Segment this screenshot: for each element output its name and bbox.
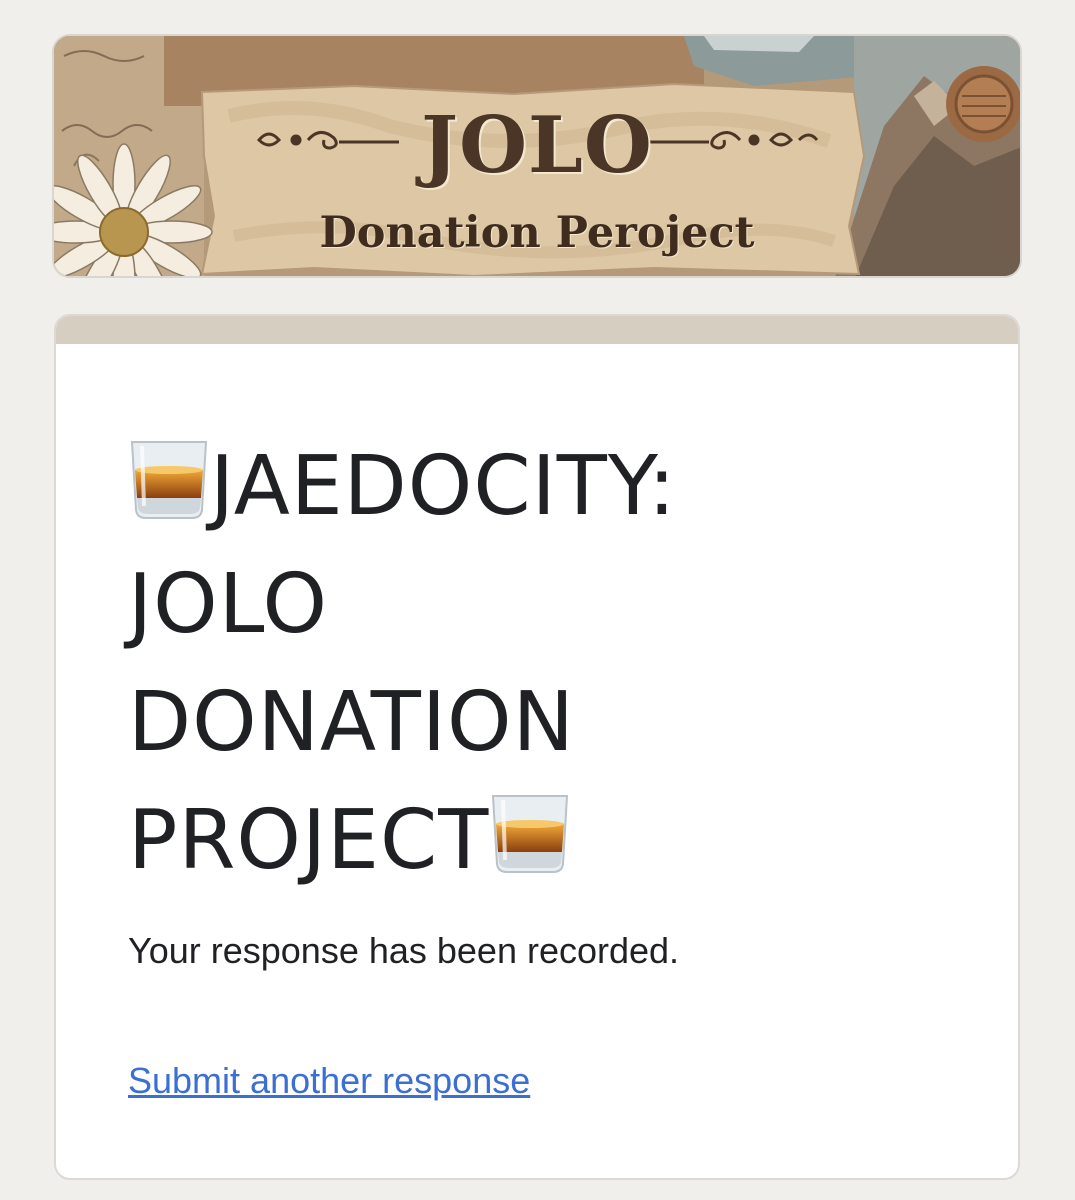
- card-accent-bar: [56, 316, 1018, 344]
- form-page: JOLO Donation Perojec​t JAE: [0, 0, 1075, 1200]
- form-title-line: JAEDOCITY:: [128, 428, 948, 546]
- tumbler-glass-icon: [130, 441, 208, 519]
- form-title-text-3: DONATION: [128, 675, 575, 770]
- confirmation-card: JAEDOCITY: JOLO DONATION PROJECT Your re…: [54, 314, 1020, 1180]
- confirmation-message: Your response has been recorded.: [128, 930, 680, 971]
- form-title-text-1: JAEDOCITY:: [210, 439, 677, 534]
- banner-subtitle: Donation Perojec​t: [319, 208, 755, 258]
- tumbler-glass-icon: [492, 795, 569, 873]
- form-title-text-4: PROJECT: [128, 793, 490, 888]
- form-title: JAEDOCITY: JOLO DONATION PROJECT: [128, 428, 948, 900]
- banner-title: JOLO: [421, 100, 653, 191]
- submit-another-response-link[interactable]: Submit another response: [128, 1060, 530, 1102]
- header-banner-image: JOLO Donation Perojec​t: [52, 34, 1022, 278]
- form-title-text-2: JOLO: [128, 557, 329, 652]
- form-title-line: PROJECT: [128, 782, 948, 900]
